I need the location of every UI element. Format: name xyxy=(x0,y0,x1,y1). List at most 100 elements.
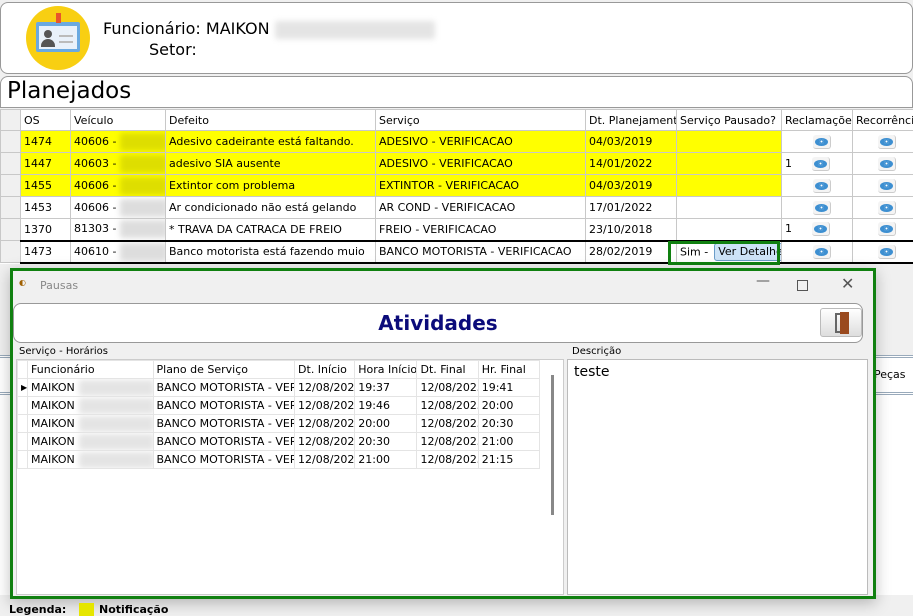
eye-icon[interactable] xyxy=(813,178,831,193)
row-pointer-icon xyxy=(16,414,29,433)
col-servico-pausado[interactable]: Serviço Pausado? xyxy=(676,109,782,131)
legend-label: Legenda: xyxy=(9,603,67,616)
cell-text: 12/08/2025 xyxy=(420,453,479,466)
cell: 12/08/2025 xyxy=(416,396,479,415)
reclamacoes-cell xyxy=(781,174,853,197)
col-dt-final[interactable]: Dt. Final xyxy=(416,360,479,379)
defeito-cell-text: Extintor com problema xyxy=(169,179,296,192)
cell-text: 12/08/2025 xyxy=(420,435,479,448)
veiculo-cell-text: 40603 - xyxy=(74,156,117,170)
eye-icon[interactable] xyxy=(878,178,896,193)
table-row[interactable]: 1447 40603 - adesivo SIA ausente ADESIVO - … xyxy=(0,152,913,175)
col-servico[interactable]: Serviço xyxy=(375,109,586,131)
eye-icon[interactable] xyxy=(878,244,896,259)
dt-cell: 23/10/2018 xyxy=(585,218,677,241)
table-header: OS Veículo Defeito Serviço Dt. Planejame… xyxy=(0,109,913,131)
eye-icon[interactable] xyxy=(812,222,830,237)
table-row[interactable]: 1474 40606 - Adesivo cadeirante está falta… xyxy=(0,130,913,153)
cell: MAIKON xyxy=(27,432,154,451)
os-cell: 1370 xyxy=(20,218,71,241)
badge-icon xyxy=(26,6,90,70)
eye-icon[interactable] xyxy=(813,244,831,259)
pausas-dialog: ◐ Pausas — ✕ Atividades Serviço - Horári… xyxy=(10,268,876,599)
veiculo-cell-text: 40606 - xyxy=(74,178,117,192)
col-hora-inicio[interactable]: Hora Início xyxy=(354,360,418,379)
list-item[interactable]: MAIKONBANCO MOTORISTA - VERIF.12/08/2025… xyxy=(16,396,541,415)
cell: 21:15 xyxy=(477,450,541,469)
col-defeito[interactable]: Defeito xyxy=(165,109,376,131)
col-funcionario[interactable]: Funcionário xyxy=(27,360,154,379)
cell-text: BANCO MOTORISTA - VERIF. xyxy=(156,417,295,430)
eye-icon[interactable] xyxy=(878,222,896,237)
list-item[interactable]: MAIKONBANCO MOTORISTA - VERIF.12/08/2025… xyxy=(16,432,541,451)
list-item[interactable]: MAIKONBANCO MOTORISTA - VERIF.12/08/2025… xyxy=(16,450,541,469)
eye-icon[interactable] xyxy=(878,200,896,215)
close-button[interactable]: ✕ xyxy=(841,274,854,293)
col-dt-inicio[interactable]: Dt. Início xyxy=(294,360,356,379)
dt-cell-text: 14/01/2022 xyxy=(589,157,653,170)
servico-cell: ADESIVO - VERIFICACAO xyxy=(375,152,586,175)
pausado-cell xyxy=(676,152,782,175)
defeito-cell-text: * TRAVA DA CATRACA DE FREIO xyxy=(169,222,342,236)
cell: 12/08/2025 xyxy=(294,414,356,433)
list-item[interactable]: MAIKON BANCO MOTORISTA - VERIF.12/08/2025… xyxy=(16,414,541,433)
cell: 19:37 xyxy=(354,378,418,397)
cell: 12/08/2025 xyxy=(294,450,356,469)
table-row[interactable]: 1370 81303 - * TRAVA DA CATRACA DE FREIO FR… xyxy=(0,218,913,241)
list-item[interactable]: ▶ MAIKON BANCO MOTORISTA - VERIF. 12/08/202… xyxy=(16,378,541,397)
row-indicator xyxy=(0,218,21,241)
col-os[interactable]: OS xyxy=(20,109,71,131)
table-row[interactable]: 1455 40606 - Extintor com problema EXTINTOR… xyxy=(0,174,913,197)
eye-icon[interactable] xyxy=(813,200,831,215)
defeito-cell: Ar condicionado não está gelando xyxy=(165,196,376,219)
col-hr-final[interactable]: Hr. Final xyxy=(477,360,541,379)
dt-cell: 04/03/2019 xyxy=(585,174,677,197)
pausado-cell xyxy=(676,174,782,197)
maximize-button[interactable] xyxy=(797,280,808,291)
os-cell: 1447 xyxy=(20,152,71,175)
servico-cell: FREIO - VERIFICACAO xyxy=(375,218,586,241)
defeito-cell: Adesivo cadeirante está faltando. xyxy=(165,130,376,153)
pausado-cell xyxy=(676,196,782,219)
dt-cell: 17/01/2022 xyxy=(585,196,677,219)
cell-text: MAIKON xyxy=(31,416,75,430)
reclamacoes-cell xyxy=(781,130,853,153)
row-pointer-icon xyxy=(16,396,29,415)
cell: BANCO MOTORISTA - VERIF. xyxy=(152,396,296,415)
eye-icon[interactable] xyxy=(878,156,896,171)
door-icon xyxy=(840,312,849,334)
cell: 12/08/2025 xyxy=(416,378,479,397)
tab-pecas[interactable]: Peças xyxy=(874,368,906,381)
scrollbar[interactable] xyxy=(551,375,554,515)
exit-button[interactable] xyxy=(820,308,862,337)
servico-cell-text: ADESIVO - VERIFICACAO xyxy=(379,135,513,148)
description-field[interactable]: teste xyxy=(567,359,868,595)
eye-icon[interactable] xyxy=(812,156,830,171)
legend-swatch xyxy=(79,603,94,616)
col-reclamacoes[interactable]: Reclamações xyxy=(781,109,853,131)
eye-icon[interactable] xyxy=(878,134,896,149)
cell-text: MAIKON xyxy=(31,434,75,448)
cell: 12/08/2025 xyxy=(294,396,356,415)
defeito-cell: Extintor com problema xyxy=(165,174,376,197)
recorrencia-cell xyxy=(852,130,913,153)
row-indicator xyxy=(0,196,21,219)
os-cell: 1453 xyxy=(20,196,71,219)
minimize-button[interactable]: — xyxy=(756,273,770,289)
eye-icon[interactable] xyxy=(813,134,831,149)
cell-text: 12/08/2025 xyxy=(298,453,355,466)
table-row[interactable]: 1453 40606 - Ar condicionado não está gela… xyxy=(0,196,913,219)
cell-text: 21:00 xyxy=(481,435,514,448)
cell: 20:30 xyxy=(354,432,418,451)
col-veiculo[interactable]: Veículo xyxy=(70,109,166,131)
col-plano[interactable]: Plano de Serviço xyxy=(152,360,296,379)
col-dt-planejamento[interactable]: Dt. Planejamento xyxy=(585,109,677,131)
veiculo-cell: 40606 - xyxy=(70,130,166,153)
servico-cell: BANCO MOTORISTA - VERIFICACAO xyxy=(375,239,586,264)
col-recorrencia[interactable]: Recorrência xyxy=(852,109,913,131)
cell-text: 12/08/2025 xyxy=(298,435,355,448)
dt-cell-text: 23/10/2018 xyxy=(589,222,653,236)
servico-cell: EXTINTOR - VERIFICACAO xyxy=(375,174,586,197)
dt-cell: 28/02/2019 xyxy=(585,239,677,264)
veiculo-cell-text: 40606 - xyxy=(74,134,117,148)
